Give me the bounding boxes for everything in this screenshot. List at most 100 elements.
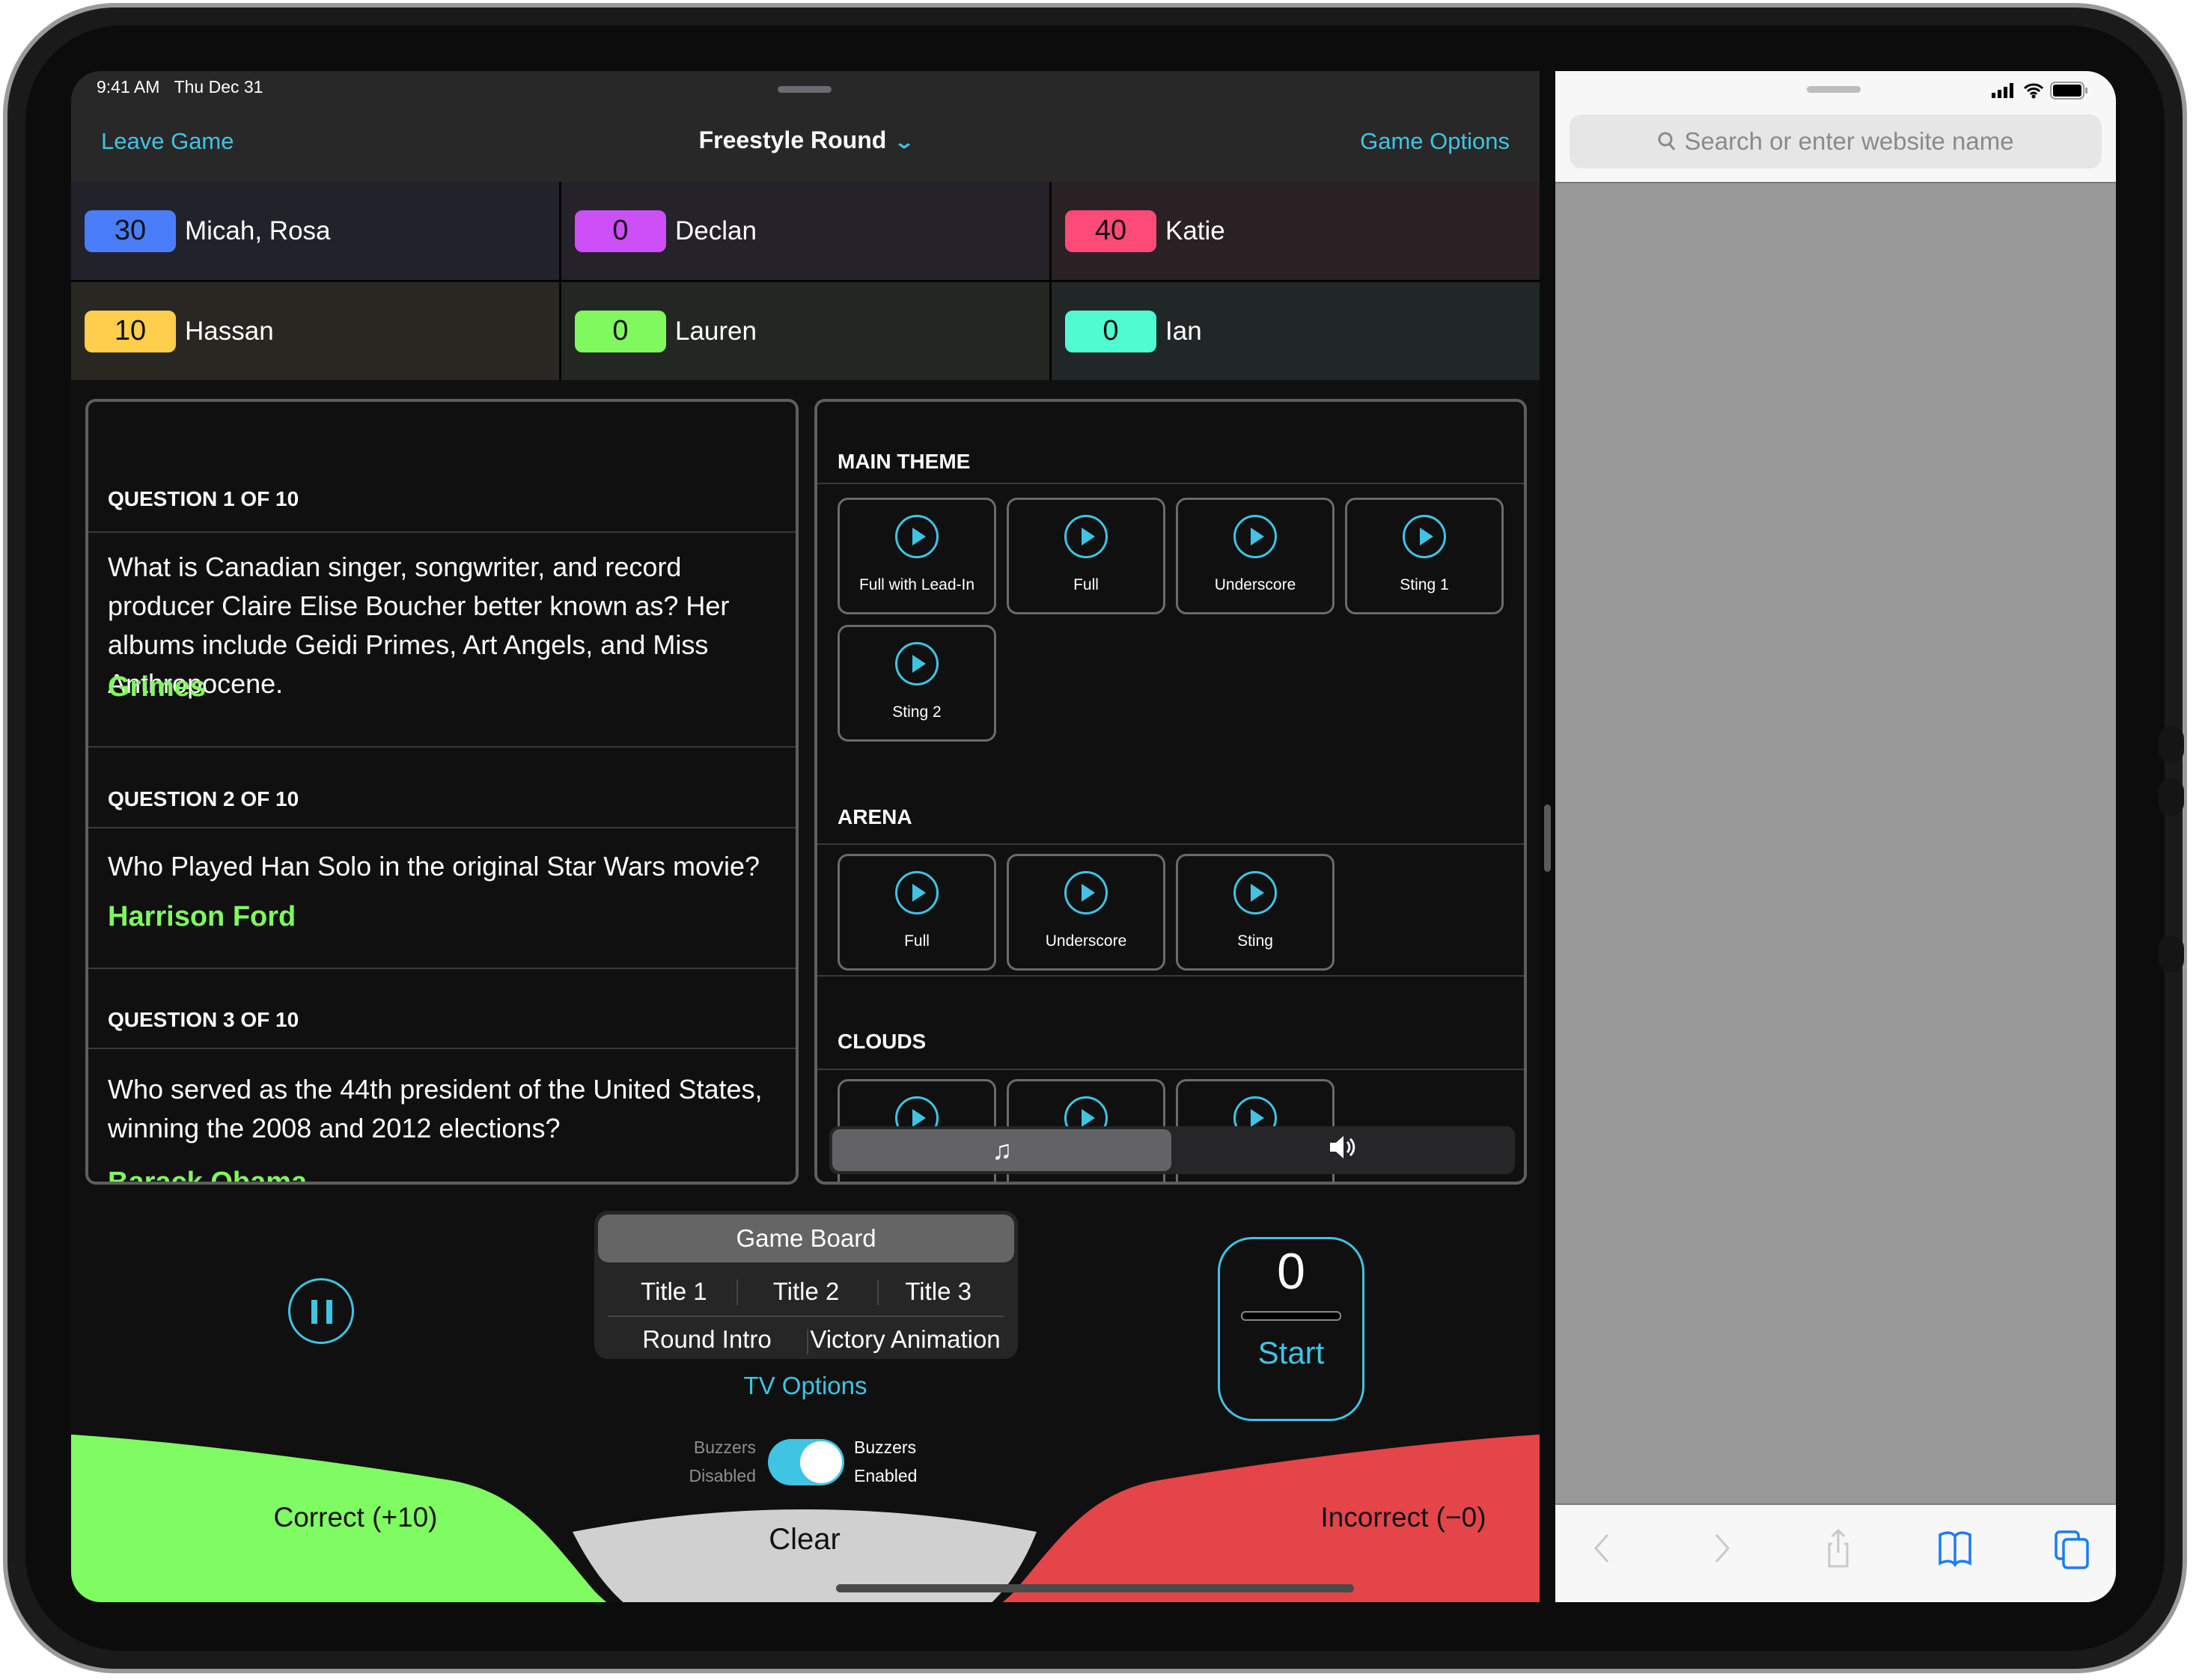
question-header: QUESTION 3 OF 10 — [88, 997, 796, 1049]
battery-icon — [2050, 82, 2087, 100]
cue-button[interactable]: Underscore — [1176, 498, 1335, 614]
pause-icon — [311, 1300, 317, 1324]
chevron-down-icon: ⌄ — [894, 132, 915, 153]
play-icon — [1403, 515, 1446, 558]
trivia-host-app: 9:41 AM Thu Dec 31 Leave Game Freestyle … — [71, 71, 1540, 1602]
cue-label: Sting 1 — [1400, 576, 1449, 593]
safari-top-bar: Search or enter website name — [1555, 71, 2116, 183]
status-time: 9:41 AM Thu Dec 31 — [97, 77, 263, 97]
question-header: QUESTION 1 OF 10 — [88, 477, 796, 533]
questions-panel[interactable]: QUESTION 1 OF 10 What is Canadian singer… — [85, 399, 799, 1185]
hardware-button — [2159, 778, 2184, 816]
game-options-button[interactable]: Game Options — [1360, 128, 1510, 155]
cue-button[interactable]: Underscore — [1007, 854, 1165, 971]
music-cues-panel[interactable]: MAIN THEME ARENA CLOUDS Full with Lead-I… — [814, 399, 1527, 1185]
team-score-cell[interactable]: 30 Micah, Rosa — [71, 182, 559, 280]
correct-label: Correct (+10) — [273, 1502, 438, 1533]
cue-button[interactable]: Full with Lead-In — [838, 498, 996, 614]
cue-button[interactable]: Sting — [1176, 854, 1335, 971]
multitasking-grabber[interactable] — [1807, 86, 1861, 93]
score-badge: 40 — [1065, 210, 1156, 252]
divider — [608, 1316, 1004, 1317]
cue-label: Full — [1073, 576, 1099, 593]
divider — [88, 968, 796, 969]
multitasking-grabber[interactable] — [778, 86, 832, 93]
team-score-cell[interactable]: 0 Lauren — [561, 282, 1049, 380]
cue-button[interactable]: Sting 2 — [838, 625, 996, 742]
question-text: Who Played Han Solo in the original Star… — [108, 851, 760, 882]
toggle-knob — [800, 1441, 842, 1483]
tv-title-1-button[interactable]: Title 1 — [608, 1271, 740, 1313]
team-name: Hassan — [185, 316, 274, 346]
play-icon — [1233, 515, 1277, 558]
share-icon[interactable] — [1819, 1527, 1858, 1569]
score-badge: 0 — [575, 310, 666, 352]
music-note-icon: ♫ — [992, 1134, 1013, 1165]
team-score-cell[interactable]: 40 Katie — [1052, 182, 1540, 280]
safari-toolbar — [1555, 1503, 2116, 1602]
forward-icon[interactable] — [1701, 1527, 1740, 1569]
play-icon — [1233, 871, 1277, 914]
question-answer: Barack Obama — [108, 1167, 308, 1185]
navigation-bar: 9:41 AM Thu Dec 31 Leave Game Freestyle … — [71, 71, 1540, 183]
cue-button[interactable]: Sting 1 — [1345, 498, 1504, 614]
timer-value: 0 — [1277, 1243, 1305, 1300]
cue-button[interactable]: Full — [1007, 498, 1165, 614]
round-title: Freestyle Round — [698, 126, 887, 153]
timer-start-button[interactable]: 0 Start — [1218, 1237, 1364, 1421]
cue-label: Underscore — [1045, 932, 1127, 950]
question-text: What is Canadian singer, songwriter, and… — [108, 552, 730, 699]
score-badge: 0 — [1065, 310, 1156, 352]
score-badge: 10 — [85, 310, 176, 352]
play-icon — [1064, 515, 1108, 558]
question-answer: Harrison Ford — [108, 901, 296, 932]
split-view-divider-handle[interactable] — [1544, 804, 1551, 872]
question-header: QUESTION 2 OF 10 — [88, 776, 796, 828]
timer-progress — [1241, 1311, 1341, 1321]
status-icons — [1992, 82, 2089, 100]
cue-label: Full — [904, 932, 930, 950]
team-name: Ian — [1165, 316, 1202, 346]
bookmarks-icon[interactable] — [1936, 1527, 1974, 1569]
tv-title-2-button[interactable]: Title 2 — [740, 1271, 873, 1313]
score-badge: 30 — [85, 210, 176, 252]
cue-button[interactable]: Full — [838, 854, 996, 971]
tv-round-intro-button[interactable]: Round Intro — [608, 1320, 806, 1362]
round-selector[interactable]: Freestyle Round ⌄ — [71, 126, 1540, 154]
buzzers-enabled-label: Buzzers Enabled — [854, 1438, 918, 1485]
audio-type-segmented-control: ♫ — [829, 1126, 1515, 1174]
score-badge: 0 — [575, 210, 666, 252]
signal-icon — [1992, 83, 2013, 98]
tv-game-board-button[interactable]: Game Board — [598, 1215, 1014, 1262]
play-icon — [895, 515, 939, 558]
safari-pane: Search or enter website name — [1555, 71, 2116, 1602]
address-bar[interactable]: Search or enter website name — [1570, 114, 2102, 168]
pause-button[interactable] — [288, 1278, 354, 1344]
hardware-button — [2159, 935, 2184, 973]
speaker-icon — [1327, 1134, 1357, 1167]
tv-victory-animation-button[interactable]: Victory Animation — [806, 1320, 1004, 1362]
section-title: CLOUDS — [817, 1012, 1524, 1070]
tabs-icon[interactable] — [2053, 1527, 2092, 1569]
wifi-icon — [2023, 83, 2044, 99]
team-name: Lauren — [675, 316, 757, 346]
team-score-cell[interactable]: 0 Declan — [561, 182, 1049, 280]
cue-label: Full with Lead-In — [858, 576, 975, 593]
team-name: Micah, Rosa — [185, 216, 331, 245]
music-tab[interactable]: ♫ — [832, 1129, 1172, 1171]
tv-title-3-button[interactable]: Title 3 — [872, 1271, 1004, 1313]
home-indicator[interactable] — [836, 1584, 1354, 1592]
back-icon[interactable] — [1584, 1527, 1623, 1569]
divider — [817, 975, 1524, 977]
hardware-button — [2159, 726, 2184, 763]
play-icon — [1064, 871, 1108, 914]
play-icon — [895, 871, 939, 914]
divider — [807, 1329, 808, 1354]
team-score-cell[interactable]: 0 Ian — [1052, 282, 1540, 380]
team-score-cell[interactable]: 10 Hassan — [71, 282, 559, 380]
divider — [736, 1280, 738, 1305]
buzzers-toggle[interactable] — [768, 1439, 844, 1485]
sound-effects-tab[interactable] — [1173, 1129, 1512, 1171]
question-answer: Grimes — [108, 671, 206, 703]
start-label: Start — [1257, 1335, 1325, 1370]
